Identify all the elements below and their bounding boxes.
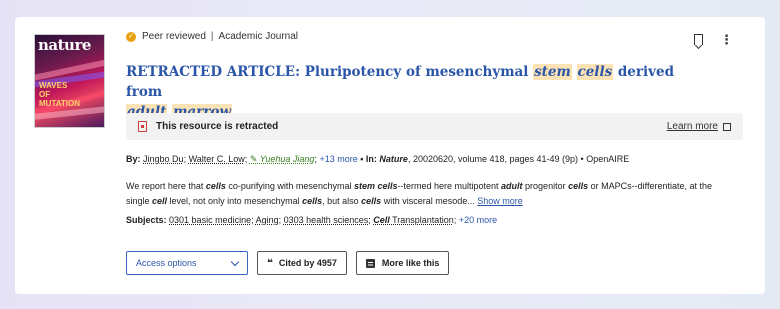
subjects-label: Subjects: [126,215,167,225]
author-link[interactable]: Jingbo Du [143,154,184,164]
abstract-keyword: adult [501,181,523,191]
retraction-text: This resource is retracted [156,121,279,132]
abstract-text: We report here that [126,181,206,191]
more-subjects-link[interactable]: +20 more [459,215,497,225]
check-icon: ✓ [126,31,136,42]
chevron-down-icon [230,257,240,266]
bookmark-icon[interactable] [694,34,703,45]
abstract-keyword: cell [152,196,168,206]
abstract-keyword: stem cells [353,181,398,191]
abstract-text: progenitor [522,181,569,191]
title-text: RETRACTED ARTICLE: Pluripotency of mesen… [126,64,534,80]
subject-link[interactable]: Cell Transplantation [373,215,454,225]
access-options-dropdown[interactable]: Access options [126,251,248,275]
subject-text: Transplantation [389,215,454,225]
abstract-keyword: cells [302,196,323,206]
title-highlight: cells [576,64,614,80]
title-space [572,64,577,80]
abstract-text: with visceral mesode... [381,196,475,206]
more-like-this-button[interactable]: More like this [355,251,450,275]
peer-reviewed-label: Peer reviewed [142,31,206,42]
cited-by-label: Cited by 4957 [278,258,337,268]
author-separator: ; [244,154,248,164]
orcid-author-link[interactable]: ✎ Yuehua Jiang [250,154,315,164]
learn-more-label: Learn more [666,121,718,132]
abstract-keyword: cells [361,196,382,206]
subject-link[interactable]: Aging [256,215,279,225]
show-more-link[interactable]: Show more [477,196,523,206]
abstract-text: level, not only into mesenchymal [167,196,303,206]
abstract-text: --termed here multipotent [397,181,502,191]
abstract-text: , but also [322,196,362,206]
more-like-this-label: More like this [381,258,440,268]
source-type-label: Academic Journal [218,31,299,42]
publication-details: , 20020620, volume 418, pages 41-49 (9p)… [407,154,630,164]
result-meta: ✓ Peer reviewed | Academic Journal [126,31,298,42]
access-options-label: Access options [136,258,197,268]
abstract-snippet: We report here that cells co-purifying w… [126,179,716,209]
abstract-keyword: cells [205,181,226,191]
journal-name[interactable]: Nature [379,154,408,164]
meta-separator: | [210,31,214,42]
result-card: nature WAVES OF MUTATION ✓ Peer reviewed… [15,17,765,294]
subject-link[interactable]: 0303 health sciences [284,215,369,225]
author-separator: ; [183,154,187,164]
author-link[interactable]: Walter C. Low [189,154,245,164]
byline: By: Jingbo Du; Walter C. Low; ✎ Yuehua J… [126,154,629,165]
subject-keyword: Cell [373,215,390,225]
subjects-row: Subjects: 0301 basic medicine; Aging; 03… [126,215,498,225]
title-highlight: stem [533,64,572,80]
more-authors-link[interactable]: +13 more [319,154,357,164]
card-actions: ⋮ [694,33,733,46]
in-label: • In: [360,154,377,164]
abstract-text: co-purifying with mesenchymal [225,181,354,191]
cited-by-button[interactable]: ❝ Cited by 4957 [257,251,347,275]
subject-link[interactable]: 0301 basic medicine [169,215,251,225]
more-options-icon[interactable]: ⋮ [720,33,733,46]
quote-icon: ❝ [267,257,273,269]
list-icon [365,258,375,268]
by-label: By: [126,154,141,164]
learn-more-link[interactable]: Learn more [667,121,731,132]
external-link-icon [723,122,731,131]
journal-cover-image[interactable]: nature WAVES OF MUTATION [34,34,105,128]
author-name: Yuehua Jiang [259,154,315,164]
abstract-keyword: cells [568,181,589,191]
author-separator: ; [314,154,317,164]
action-buttons: Access options ❝ Cited by 4957 More like… [126,251,450,275]
retraction-notice: This resource is retracted Learn more [126,113,743,140]
document-icon [138,121,147,132]
cover-headline: WAVES OF MUTATION [39,81,81,108]
cover-masthead: nature [38,36,91,54]
